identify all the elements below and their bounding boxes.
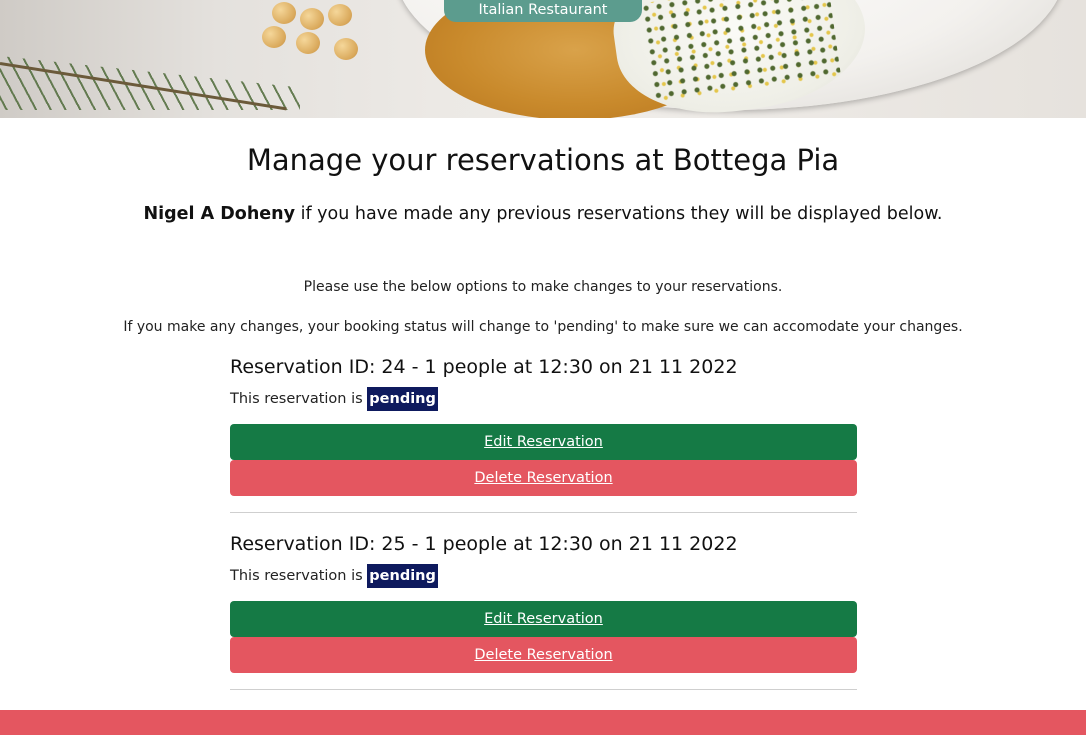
- info-text: If you make any changes, your booking st…: [123, 319, 963, 335]
- reservation-card: Reservation ID: 24 - 1 people at 12:30 o…: [230, 354, 857, 513]
- chickpea-decoration: [272, 2, 296, 24]
- restaurant-type-tag: Italian Restaurant: [444, 0, 642, 22]
- status-label: This reservation is: [230, 391, 368, 407]
- edit-reservation-button[interactable]: Edit Reservation: [230, 601, 857, 637]
- user-name: Nigel A Doheny: [143, 204, 296, 224]
- chickpea-decoration: [262, 26, 286, 48]
- footer-bar: [0, 710, 1086, 735]
- reservation-status-line: This reservation is pending: [230, 563, 857, 589]
- reservation-status-line: This reservation is pending: [230, 386, 857, 412]
- page-title: Manage your reservations at Bottega Pia: [246, 143, 840, 177]
- chickpea-decoration: [334, 38, 358, 60]
- chickpea-decoration: [296, 32, 320, 54]
- delete-reservation-button[interactable]: Delete Reservation: [230, 460, 857, 496]
- status-badge: pending: [367, 387, 438, 411]
- chickpea-decoration: [300, 8, 324, 30]
- reservation-heading: Reservation ID: 25 - 1 people at 12:30 o…: [230, 533, 738, 555]
- delete-reservation-button[interactable]: Delete Reservation: [230, 637, 857, 673]
- rosemary-decoration: [0, 56, 300, 110]
- reservation-card: Reservation ID: 25 - 1 people at 12:30 o…: [230, 531, 857, 690]
- status-badge: pending: [367, 564, 438, 588]
- divider: [230, 512, 857, 513]
- divider: [230, 689, 857, 690]
- subtitle-text: if you have made any previous reservatio…: [295, 204, 943, 224]
- edit-reservation-button[interactable]: Edit Reservation: [230, 424, 857, 460]
- page-subtitle: Nigel A Doheny if you have made any prev…: [0, 204, 1086, 224]
- status-label: This reservation is: [230, 568, 368, 584]
- chickpea-decoration: [328, 4, 352, 26]
- info-text: Please use the below options to make cha…: [303, 279, 783, 295]
- reservation-heading: Reservation ID: 24 - 1 people at 12:30 o…: [230, 356, 738, 378]
